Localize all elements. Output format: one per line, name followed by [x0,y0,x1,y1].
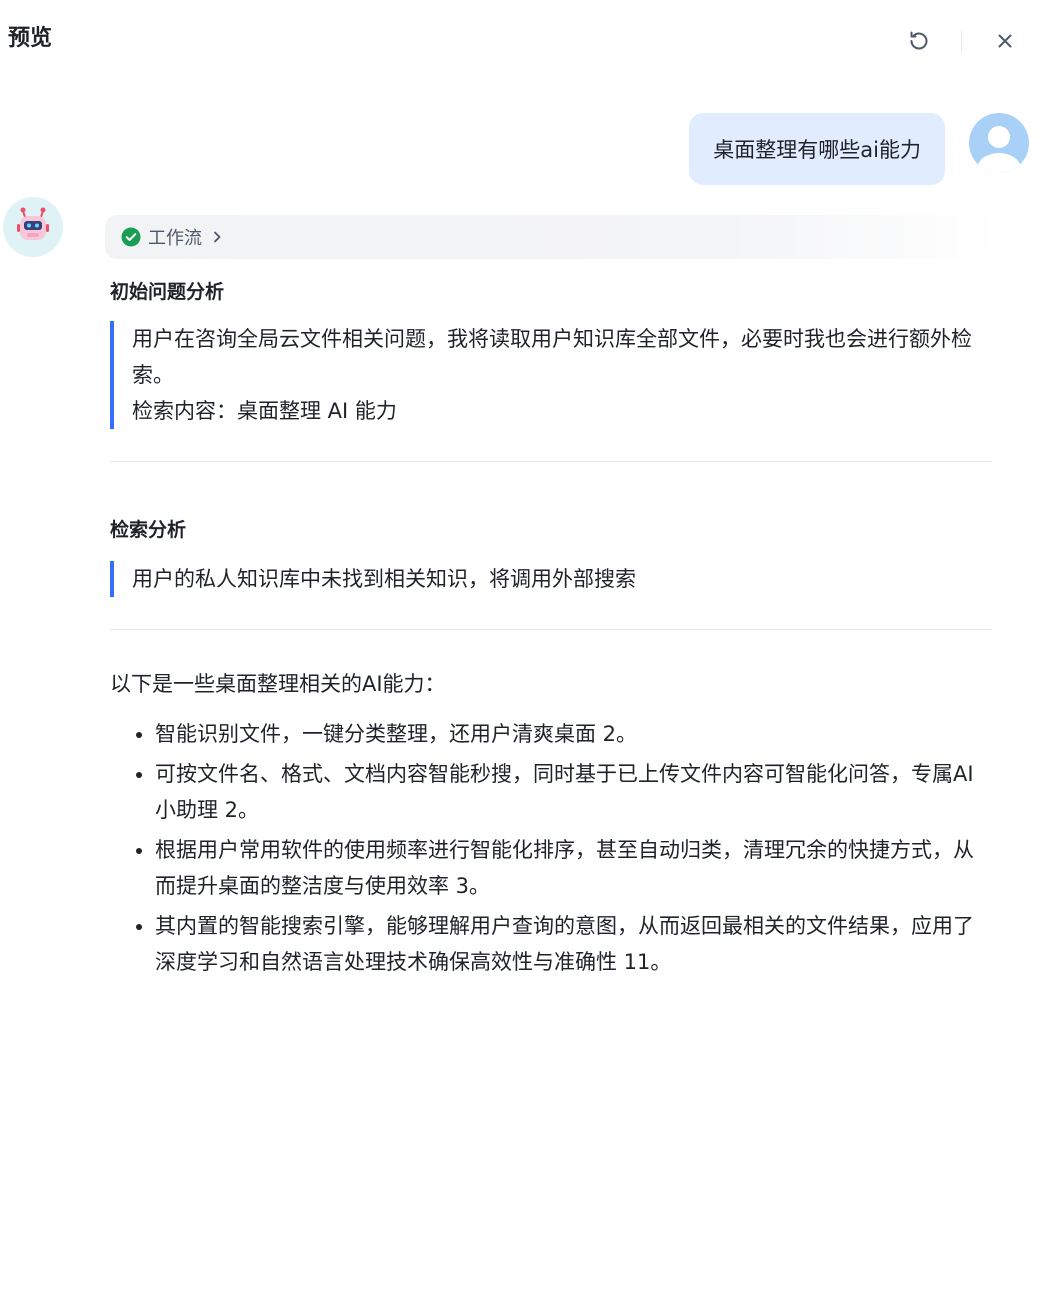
list-item: 智能识别文件，一键分类整理，还用户清爽桌面 2。 [155,716,992,752]
section-title: 检索分析 [110,519,187,541]
answer-block: 以下是一些桌面整理相关的AI能力： 智能识别文件，一键分类整理，还用户清爽桌面 … [110,666,992,980]
section-quote: 用户的私人知识库中未找到相关知识，将调用外部搜索 [110,561,992,597]
quote-line: 检索内容：桌面整理 AI 能力 [132,399,397,423]
user-message-text: 桌面整理有哪些ai能力 [713,138,921,162]
list-item: 可按文件名、格式、文档内容智能秒搜，同时基于已上传文件内容可智能化问答，专属AI… [155,756,992,828]
section-title: 初始问题分析 [110,281,225,303]
list-item: 根据用户常用软件的使用频率进行智能化排序，甚至自动归类，清理冗余的快捷方式，从而… [155,832,992,904]
page-title: 预览 [8,26,53,51]
list-item: 其内置的智能搜索引擎，能够理解用户查询的意图，从而返回最相关的文件结果，应用了深… [155,908,992,980]
close-icon [998,34,1012,48]
robot-avatar-icon [3,197,63,257]
quote-line: 用户在咨询全局云文件相关问题，我将读取用户知识库全部文件，必要时我也会进行额外检… [132,327,972,387]
answer-list: 智能识别文件，一键分类整理，还用户清爽桌面 2。 可按文件名、格式、文档内容智能… [110,716,992,980]
answer-intro: 以下是一些桌面整理相关的AI能力： [110,672,446,696]
bot-avatar [3,197,63,257]
chevron-right-icon [210,230,224,244]
section-divider [110,461,992,462]
refresh-icon [910,31,928,50]
analysis-section-retrieval: 检索分析 用户的私人知识库中未找到相关知识，将调用外部搜索 [110,508,992,597]
user-avatar [969,113,1029,173]
check-circle-icon [121,227,141,247]
assistant-response: 初始问题分析 用户在咨询全局云文件相关问题，我将读取用户知识库全部文件，必要时我… [110,270,992,984]
workflow-label: 工作流 [148,228,202,249]
quote-line: 用户的私人知识库中未找到相关知识，将调用外部搜索 [132,567,636,591]
user-message-bubble: 桌面整理有哪些ai能力 [689,113,945,185]
header-divider [961,31,962,51]
workflow-toggle[interactable]: 工作流 [105,215,999,259]
analysis-section-initial: 初始问题分析 用户在咨询全局云文件相关问题，我将读取用户知识库全部文件，必要时我… [110,270,992,429]
section-quote: 用户在咨询全局云文件相关问题，我将读取用户知识库全部文件，必要时我也会进行额外检… [110,321,992,429]
close-button[interactable] [989,25,1021,57]
refresh-button[interactable] [903,25,935,57]
user-avatar-icon [969,113,1029,173]
section-divider [110,629,992,630]
